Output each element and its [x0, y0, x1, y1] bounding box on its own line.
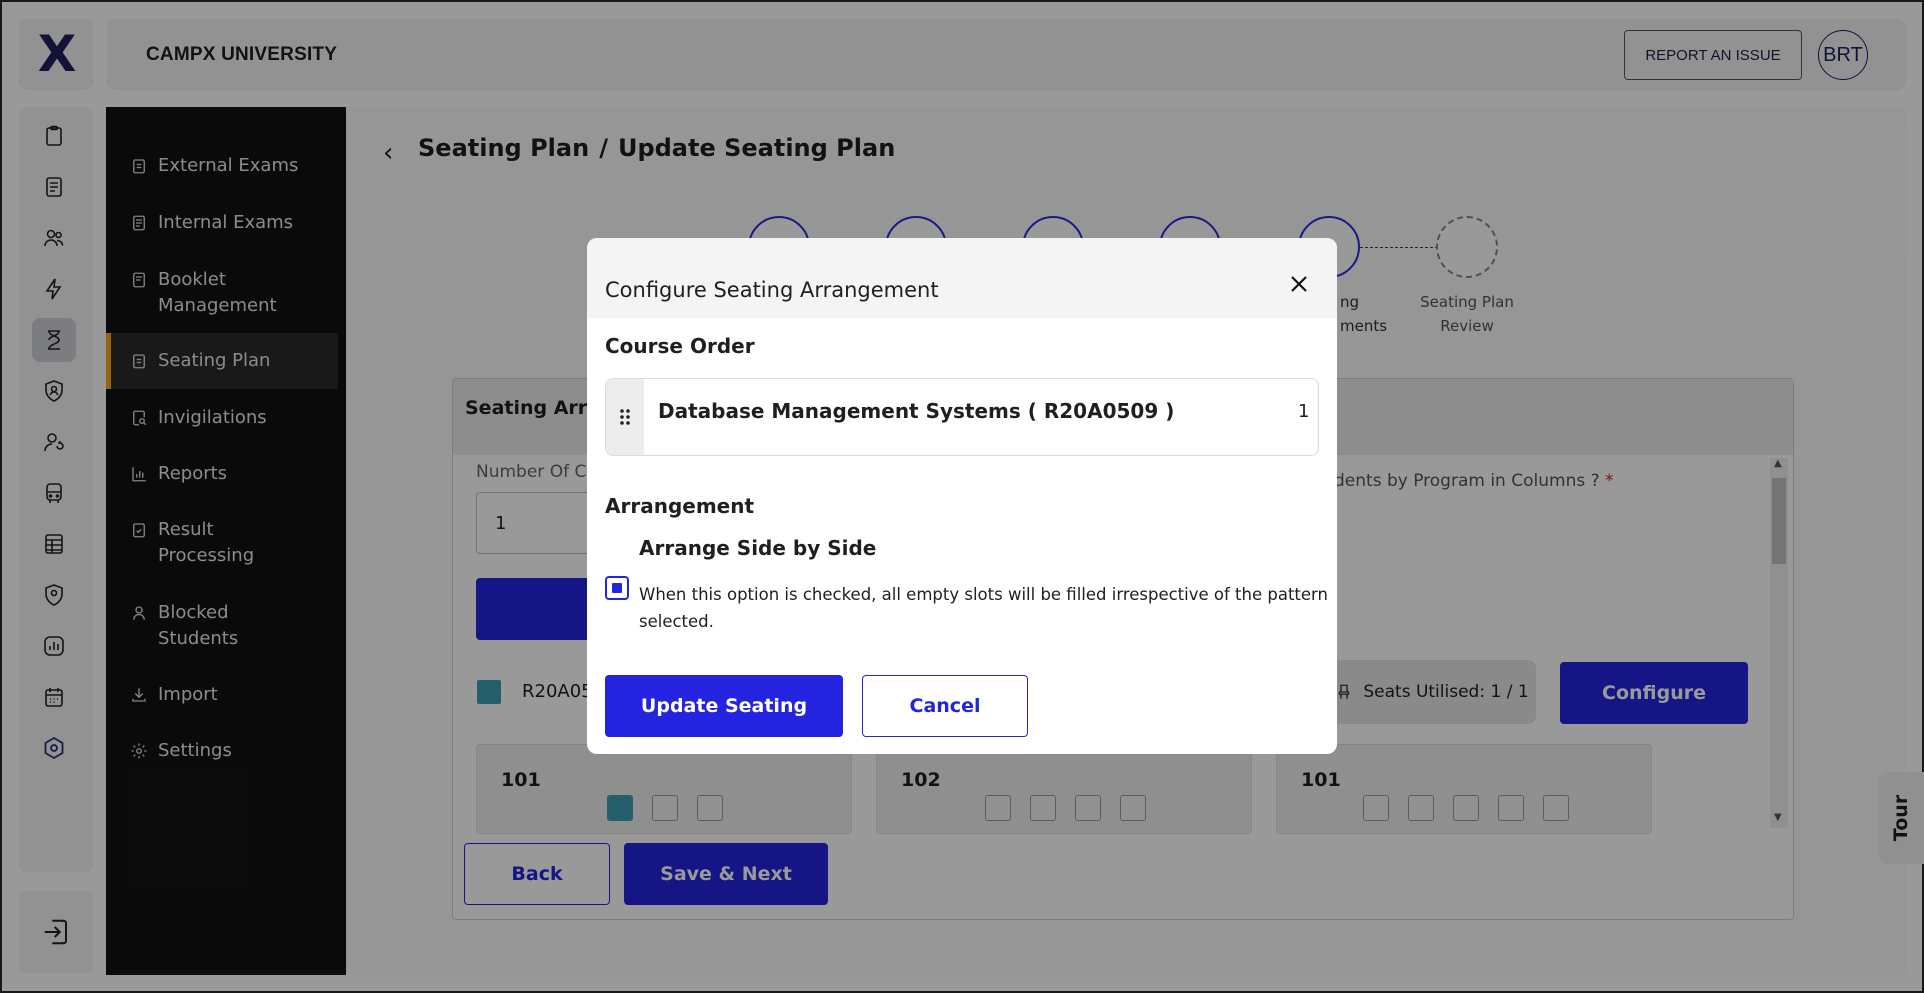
close-icon[interactable] — [1287, 272, 1311, 296]
configure-seating-modal: Configure Seating Arrangement Course Ord… — [587, 238, 1337, 754]
cancel-button[interactable]: Cancel — [862, 675, 1028, 737]
course-order-number: 1 — [1298, 401, 1310, 422]
update-seating-button[interactable]: Update Seating — [605, 675, 843, 737]
course-order-row[interactable]: Database Management Systems ( R20A0509 )… — [605, 378, 1319, 456]
arrange-side-by-side-description: When this option is checked, all empty s… — [639, 585, 1328, 631]
course-name: Database Management Systems ( R20A0509 ) — [658, 399, 1175, 423]
arrangement-title: Arrangement — [605, 494, 755, 518]
modal-title: Configure Seating Arrangement — [605, 278, 939, 302]
arrange-side-by-side-title: Arrange Side by Side — [639, 536, 877, 560]
modal-header: Configure Seating Arrangement — [587, 238, 1337, 318]
course-order-title: Course Order — [605, 334, 755, 358]
drag-handle-icon[interactable] — [606, 379, 644, 455]
arrange-side-by-side-checkbox[interactable] — [605, 576, 629, 600]
